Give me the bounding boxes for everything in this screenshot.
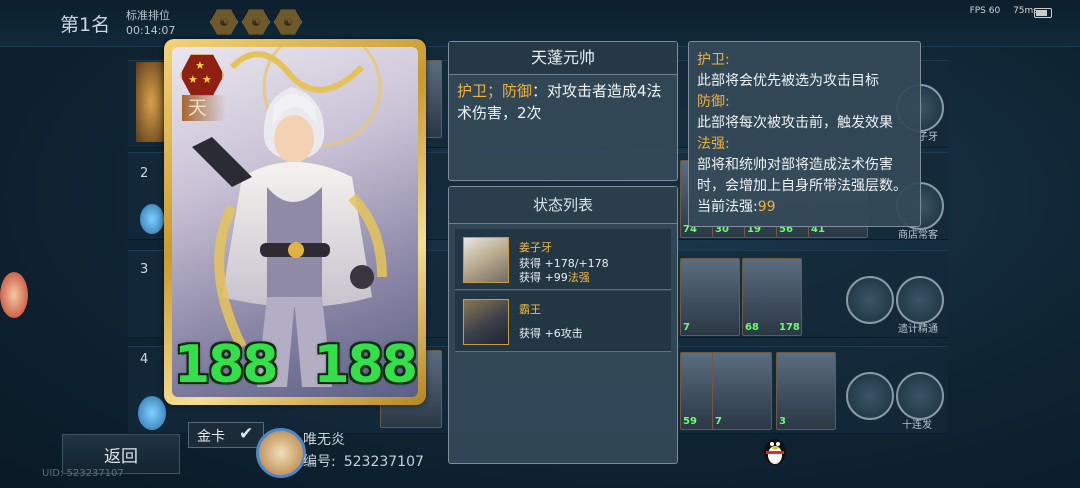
status-list-panel: 状态列表 姜子牙 获得 +178/+178 获得 +99法强 霸王 获得 +6攻…: [448, 186, 678, 464]
match-info: 标准排位 00:14:07: [126, 8, 175, 38]
rank-title: 第1名: [60, 14, 111, 36]
mascot-icon[interactable]: [0, 272, 28, 318]
player-id-row: 编号: 523237107: [303, 451, 424, 471]
bawang-portrait-icon: [463, 299, 509, 345]
skill-name: 天蓬元帅: [449, 42, 677, 75]
skill-description: 护卫；防御：对攻击者造成4法术伤害，2次: [457, 80, 669, 124]
checkmark-icon: ✔: [239, 424, 254, 444]
qq-penguin-icon[interactable]: [762, 434, 788, 466]
trait-icon[interactable]: [846, 372, 894, 420]
attack-value: 188: [174, 335, 279, 395]
status-source-name: 姜子牙: [519, 241, 552, 254]
board-card-stat: 3: [779, 416, 786, 427]
match-timer: 00:14:07: [126, 24, 176, 37]
perf-readout: FPS 60 75ms: [970, 6, 1038, 16]
skill-keywords: 护卫；防御: [457, 82, 533, 100]
keyword-heading: 法强:: [697, 136, 730, 152]
keyword-heading: 护卫:: [697, 52, 730, 68]
spell-power-desc: 部将和统帅对部将造成法术伤害时，会增加上自身所带法强层数。当前法强:: [697, 157, 907, 215]
hero-portrait[interactable]: [136, 62, 166, 142]
keyword-desc: 此部将每次被攻击前，触发效果: [697, 115, 893, 131]
status-source-name: 霸王: [519, 303, 541, 316]
trait-label: 子牙: [918, 132, 938, 143]
star-icon: ★: [195, 59, 205, 72]
star-icon: ★: [202, 73, 212, 86]
heaven-tag: 天: [182, 95, 226, 121]
row-level: 2: [140, 166, 149, 181]
status-item[interactable]: 姜子牙 获得 +178/+178 获得 +99法强: [455, 229, 671, 290]
player-name: 唯无炎: [303, 432, 345, 448]
keyword-desc: 此部将会优先被选为攻击目标: [697, 73, 879, 89]
slime-icon: [140, 204, 164, 234]
trait-icon[interactable]: [896, 372, 944, 420]
trait-label: 遗计精通: [898, 324, 938, 335]
keyword-tooltip: 护卫: 此部将会优先被选为攻击目标 防御: 此部将每次被攻击前，触发效果 法强:…: [688, 41, 921, 227]
board-card-stat: 178: [779, 322, 800, 333]
row-level: 4: [140, 352, 149, 367]
status-effect-keyword: 法强: [567, 271, 590, 284]
keyword-desc: 部将和统帅对部将造成法术伤害时，会增加上自身所带法强层数。当前法强:99: [697, 155, 917, 218]
spell-power-value: 99: [757, 199, 776, 215]
hero-card-art: ★ ★ ★ 天 188 188: [172, 47, 418, 397]
board-card-stat: 59: [683, 416, 697, 427]
trait-label: 十连发: [902, 420, 932, 431]
player-id: 523237107: [343, 454, 424, 470]
trait-icon[interactable]: [846, 276, 894, 324]
board-card-stat: 68: [745, 322, 759, 333]
status-item[interactable]: 霸王 获得 +6攻击: [455, 291, 671, 352]
star-icon: ★: [188, 73, 198, 86]
mode-label: 标准排位: [126, 9, 170, 22]
fps-text: FPS 60: [969, 6, 1001, 16]
hero-card[interactable]: ★ ★ ★ 天 188 188: [164, 39, 426, 405]
row-level: 3: [140, 262, 149, 277]
board-card[interactable]: 7: [680, 258, 740, 336]
card-type-label: 金卡: [197, 429, 225, 445]
trait-label: 商店常客: [898, 230, 938, 241]
status-effect-prefix: 获得 +99: [519, 271, 568, 284]
status-effect: 获得 +99法强: [519, 269, 590, 285]
keyword-heading: 防御:: [697, 94, 730, 110]
player-avatar[interactable]: [256, 428, 306, 478]
slime-icon: [138, 396, 166, 430]
uid-text: UID: 523237107: [42, 468, 124, 479]
battery-icon: [1034, 8, 1052, 18]
board-card[interactable]: 68 178: [742, 258, 802, 336]
health-value: 188: [313, 335, 418, 395]
board-card[interactable]: 7: [712, 352, 772, 430]
status-list-title: 状态列表: [449, 187, 677, 224]
trait-icon[interactable]: [896, 276, 944, 324]
card-type-toggle[interactable]: 金卡 ✔: [188, 422, 264, 448]
board-card-stat: 7: [683, 322, 690, 333]
tooltip-body: 护卫: 此部将会优先被选为攻击目标 防御: 此部将每次被攻击前，触发效果 法强:…: [697, 50, 917, 218]
board-card[interactable]: 3: [776, 352, 836, 430]
player-id-label: 编号:: [303, 454, 336, 470]
jiangziya-portrait-icon: [463, 237, 509, 283]
board-card-stat: 7: [715, 416, 722, 427]
status-effect: 获得 +6攻击: [519, 327, 583, 340]
skill-panel: 天蓬元帅 护卫；防御：对攻击者造成4法术伤害，2次: [448, 41, 678, 181]
